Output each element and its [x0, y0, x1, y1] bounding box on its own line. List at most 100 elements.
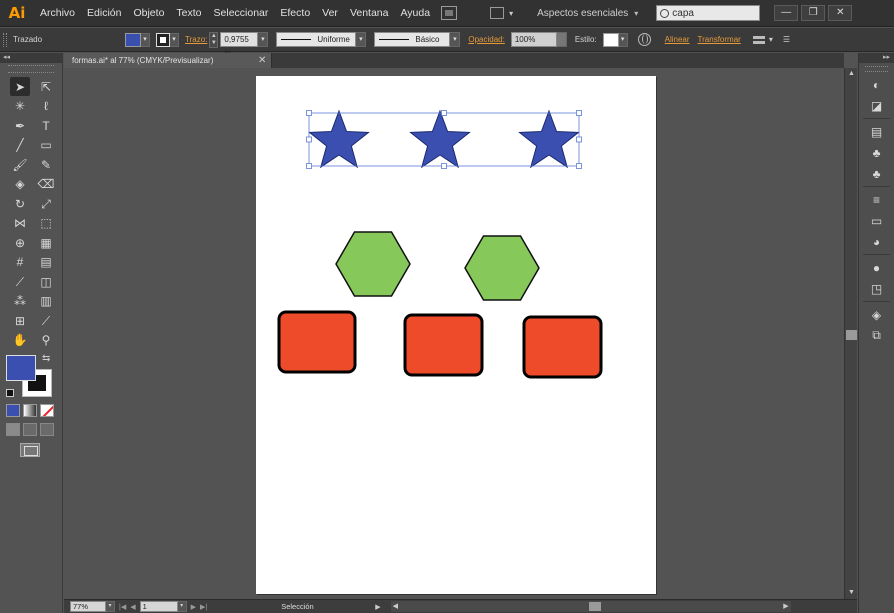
- current-tool-status[interactable]: Selección: [281, 602, 371, 611]
- horizontal-scroll-thumb[interactable]: [588, 602, 601, 611]
- artboard-number-field[interactable]: 1: [139, 601, 178, 612]
- selection-tool[interactable]: ➤: [10, 77, 30, 96]
- scale-tool[interactable]: ⤢: [36, 194, 56, 213]
- next-artboard-button[interactable]: ▶: [191, 603, 196, 611]
- none-mode-button[interactable]: [40, 404, 54, 417]
- selection-handle[interactable]: [306, 110, 312, 116]
- fill-color-swatch[interactable]: [6, 355, 36, 381]
- menu-ventana[interactable]: Ventana: [344, 0, 395, 27]
- symbol-sprayer-panel-icon[interactable]: ♣: [866, 164, 888, 183]
- recolor-artwork-icon[interactable]: [637, 33, 651, 46]
- appearance-panel-icon[interactable]: ●: [866, 258, 888, 277]
- lasso-tool[interactable]: ℓ: [36, 97, 56, 116]
- scroll-up-arrow[interactable]: ▲: [845, 68, 858, 79]
- control-bar-menu-caret[interactable]: ▾: [769, 35, 773, 44]
- go-to-bridge-icon[interactable]: [441, 6, 458, 20]
- eraser-tool[interactable]: ⌫: [36, 175, 56, 194]
- menu-archivo[interactable]: Archivo: [30, 0, 81, 27]
- variable-width-profile[interactable]: Uniforme: [276, 32, 357, 47]
- status-menu-arrow[interactable]: ▶: [375, 603, 380, 611]
- gradient-tool[interactable]: ▤: [36, 253, 56, 272]
- close-document-icon[interactable]: ✕: [258, 53, 266, 68]
- slice-tool[interactable]: ⟋: [36, 311, 56, 330]
- direct-selection-tool[interactable]: ⇱: [36, 77, 56, 96]
- menu-edicion[interactable]: Edición: [81, 0, 127, 27]
- swatches-panel-icon[interactable]: ◪: [866, 96, 888, 115]
- draw-normal-button[interactable]: [6, 423, 20, 436]
- panel-dock-expand[interactable]: ▸▸: [859, 53, 894, 63]
- artboard-number-dropdown[interactable]: ▾: [177, 601, 187, 612]
- color-guide-icon[interactable]: ◐: [866, 75, 888, 94]
- zoom-dropdown[interactable]: ▾: [106, 601, 115, 612]
- minimize-button[interactable]: —: [774, 5, 799, 21]
- graphic-style-swatch[interactable]: [602, 32, 619, 47]
- opacity-panel-link[interactable]: Opacidad:: [468, 35, 504, 44]
- arrange-documents-icon[interactable]: [490, 7, 505, 19]
- gradient-mode-button[interactable]: [23, 404, 37, 417]
- screen-mode-button[interactable]: [20, 443, 40, 457]
- graphic-style-dropdown[interactable]: ▾: [602, 32, 628, 48]
- symbols-panel-icon[interactable]: ♣: [866, 143, 888, 162]
- fill-dropdown-arrow[interactable]: ▾: [141, 32, 150, 47]
- control-bar-grip[interactable]: [3, 32, 7, 47]
- perspective-grid-tool[interactable]: ▦: [36, 233, 56, 252]
- column-graph-tool[interactable]: ▥: [36, 292, 56, 311]
- graphic-styles-panel-icon[interactable]: ◳: [866, 279, 888, 298]
- scroll-right-arrow[interactable]: ▶: [783, 601, 788, 612]
- line-segment-tool[interactable]: ╱: [10, 136, 30, 155]
- panel-dock-grip[interactable]: [865, 66, 888, 72]
- restore-button[interactable]: ❐: [801, 5, 826, 21]
- tools-panel-grip[interactable]: [8, 65, 54, 73]
- stroke-dropdown-arrow[interactable]: ▾: [170, 32, 179, 47]
- opacity-dropdown-arrow[interactable]: [556, 32, 567, 47]
- arrange-documents-caret[interactable]: ▾: [509, 9, 513, 18]
- graphic-style-arrow[interactable]: ▾: [618, 32, 628, 47]
- help-search-box[interactable]: [656, 5, 761, 21]
- fill-swatch[interactable]: [125, 32, 141, 47]
- transform-panel-link[interactable]: Transformar: [698, 35, 741, 44]
- workspace-switcher[interactable]: Aspectos esenciales: [537, 8, 628, 19]
- paintbrush-tool[interactable]: 🖌: [10, 155, 30, 174]
- zoom-tool[interactable]: ⚲: [36, 331, 56, 350]
- last-artboard-button[interactable]: ▶|: [200, 603, 207, 611]
- stroke-swatch[interactable]: [156, 32, 170, 47]
- blob-brush-tool[interactable]: ◈: [10, 175, 30, 194]
- brush-dropdown[interactable]: ▾: [450, 32, 461, 47]
- default-fill-stroke-icon[interactable]: [6, 389, 14, 397]
- layers-panel-icon[interactable]: ◈: [866, 305, 888, 324]
- draw-behind-button[interactable]: [23, 423, 37, 436]
- type-tool[interactable]: T: [36, 116, 56, 135]
- horizontal-scrollbar[interactable]: ◀ ▶: [390, 601, 791, 612]
- close-window-button[interactable]: ✕: [828, 5, 853, 21]
- symbol-sprayer-tool[interactable]: ⁂: [10, 292, 30, 311]
- rounded-square-shape[interactable]: [277, 310, 357, 374]
- stroke-panel-icon[interactable]: ≡: [866, 190, 888, 209]
- vertical-scrollbar[interactable]: ▲ ▼: [844, 68, 857, 599]
- control-bar-panel-menu-icon[interactable]: ☰: [783, 35, 790, 44]
- align-options-icon[interactable]: [751, 34, 767, 46]
- canvas-area[interactable]: [64, 68, 844, 599]
- selection-handle[interactable]: [576, 163, 582, 169]
- mesh-tool[interactable]: #: [10, 253, 30, 272]
- stroke-weight-field[interactable]: 0,9755 m: [220, 32, 259, 57]
- selection-handle[interactable]: [306, 136, 312, 143]
- pencil-tool[interactable]: ✎: [36, 155, 56, 174]
- menu-objeto[interactable]: Objeto: [127, 0, 170, 27]
- width-tool[interactable]: ⋈: [10, 214, 30, 233]
- artboard-tool[interactable]: ⊞: [10, 311, 30, 330]
- rounded-square-shape[interactable]: [403, 313, 484, 377]
- first-artboard-button[interactable]: |◀: [119, 603, 126, 611]
- menu-texto[interactable]: Texto: [170, 0, 207, 27]
- selection-handle[interactable]: [576, 136, 582, 143]
- fill-color-dropdown[interactable]: ▾: [125, 32, 150, 48]
- selection-handle[interactable]: [306, 163, 312, 169]
- draw-inside-button[interactable]: [40, 423, 54, 436]
- rotate-tool[interactable]: ↻: [10, 194, 30, 213]
- stroke-panel-link[interactable]: Trazo:: [185, 35, 207, 44]
- hexagon-shape[interactable]: [464, 235, 540, 301]
- pen-tool[interactable]: ✒: [10, 116, 30, 135]
- scroll-left-arrow[interactable]: ◀: [393, 601, 398, 612]
- star-shape[interactable]: [409, 109, 471, 169]
- tools-panel-collapse[interactable]: ◂◂: [0, 53, 62, 63]
- magic-wand-tool[interactable]: ✳: [10, 97, 30, 116]
